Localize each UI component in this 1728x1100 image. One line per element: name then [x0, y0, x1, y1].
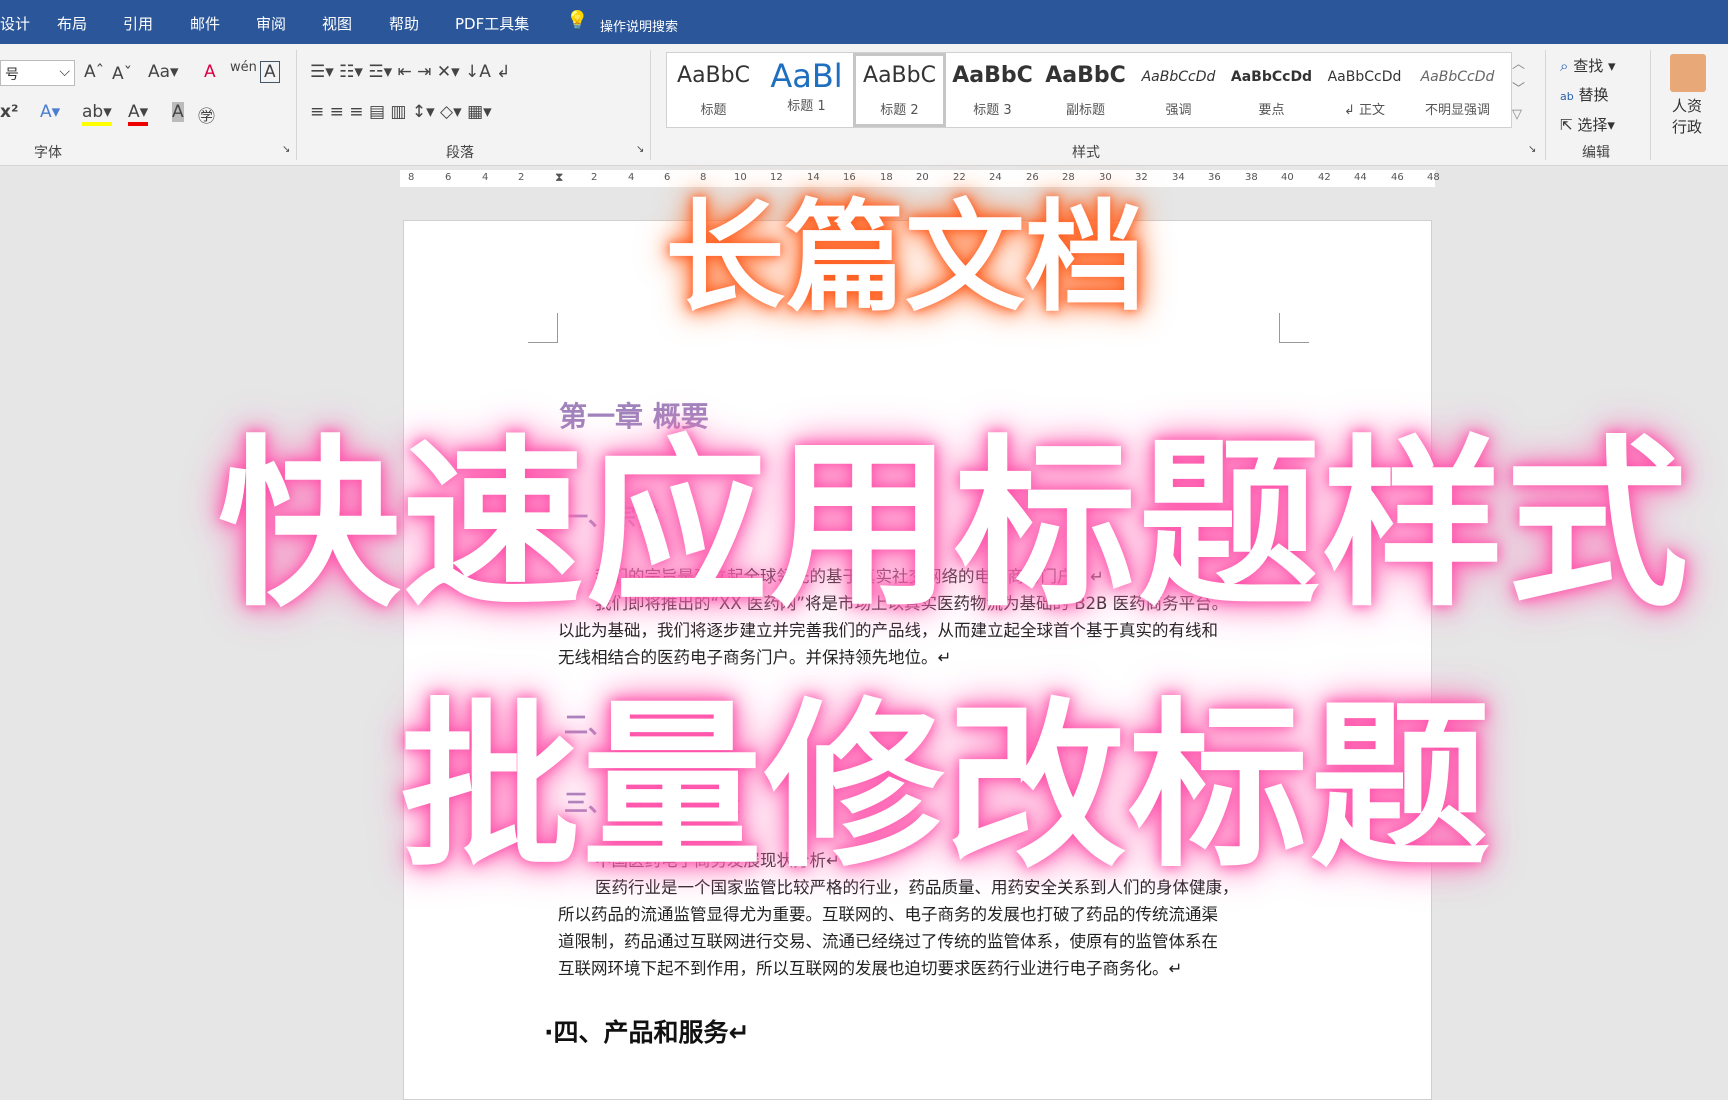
gallery-scroll-icons[interactable]: ︿ ﹀ ▽: [1512, 52, 1525, 127]
paragraph-group-label: 段落: [446, 145, 474, 161]
replace-icon: ab: [1560, 90, 1574, 103]
body-line: 道限制，药品通过互联网进行交易、流通已经绕过了传统的监管体系，使原有的监管体系在: [558, 932, 1218, 951]
body-line: 所以药品的流通监管显得尤为重要。互联网的、电子商务的发展也打破了药品的传统流通渠: [558, 905, 1218, 924]
find-button[interactable]: ⌕ 查找 ▾: [1560, 52, 1616, 81]
phonetic-guide-icon[interactable]: wén: [230, 60, 257, 75]
overlay-title-1: 长篇文档: [665, 189, 1145, 328]
replace-button[interactable]: ab 替换: [1560, 81, 1616, 111]
crop-mark: [528, 313, 558, 343]
dialog-launcher-icon[interactable]: ↘: [636, 144, 644, 155]
tab-references[interactable]: 引用: [123, 13, 153, 34]
styles-group-label: 样式: [1072, 145, 1100, 161]
tab-review[interactable]: 审阅: [256, 13, 286, 34]
dialog-launcher-icon[interactable]: ↘: [282, 144, 290, 155]
chevron-down-icon: ⌵: [59, 64, 70, 80]
font-color-icon[interactable]: A▾: [128, 102, 149, 126]
style-subtitle[interactable]: AaBbC 副标题: [1039, 53, 1132, 127]
style-heading-2[interactable]: AaBbC 标题 2: [853, 53, 946, 127]
style-subtle-emphasis[interactable]: AaBbCcDd 不明显强调: [1411, 53, 1504, 127]
tab-mailings[interactable]: 邮件: [190, 13, 220, 34]
ribbon: 号 ⌵ Aˆ Aˇ Aa▾ A wén A x² A▾ ab▾ A▾ A ㊫ 字体…: [0, 44, 1728, 166]
hr-addin-button[interactable]: 人资 行政: [1672, 96, 1702, 138]
style-emphasis[interactable]: AaBbCcDd 强调: [1132, 53, 1225, 127]
style-heading-1[interactable]: AaBl 标题 1: [760, 53, 853, 127]
style-strong[interactable]: AaBbCcDd 要点: [1225, 53, 1318, 127]
cursor-icon: ⇱: [1560, 116, 1573, 134]
bullets-icon[interactable]: ☰▾ ☷▾ ☲▾ ⇤ ⇥ ✕▾ ↓A ↲: [310, 62, 511, 82]
style-normal[interactable]: AaBbCcDd ↲ 正文: [1318, 53, 1411, 127]
tell-me-search[interactable]: 操作说明搜索: [600, 16, 678, 35]
ribbon-tabs: 设计 布局 引用 邮件 审阅 视图 帮助 PDF工具集 💡 操作说明搜索: [0, 0, 1728, 44]
clear-format-icon[interactable]: A: [204, 62, 216, 82]
grow-font-icon[interactable]: Aˆ: [84, 62, 104, 82]
heading-section-4[interactable]: ·四、产品和服务↵: [544, 1013, 749, 1049]
overlay-title-3: 批量修改标题: [400, 683, 1493, 892]
tab-layout[interactable]: 布局: [57, 13, 87, 34]
editing-group-label: 编辑: [1582, 145, 1610, 161]
shrink-font-icon[interactable]: Aˇ: [112, 64, 132, 84]
overlay-title-2: 快速应用标题样式: [218, 419, 1690, 631]
dialog-launcher-icon[interactable]: ↘: [1528, 144, 1536, 155]
hr-addin-icon[interactable]: [1670, 54, 1706, 92]
styles-gallery: AaBbC 标题 AaBl 标题 1 AaBbC 标题 2 AaBbC 标题 3 AaB…: [666, 52, 1512, 128]
highlight-icon[interactable]: ab▾: [82, 102, 112, 126]
font-group-label: 字体: [34, 145, 62, 161]
tab-pdf-tools[interactable]: PDF工具集: [455, 13, 529, 34]
indent-marker-icon[interactable]: ⧗: [555, 170, 563, 185]
tab-view[interactable]: 视图: [322, 13, 352, 34]
crop-mark: [1279, 313, 1309, 343]
body-line: 互联网环境下起不到作用，所以互联网的发展也迫切要求医药行业进行电子商务化。↵: [558, 959, 1183, 978]
tab-design[interactable]: 设计: [0, 13, 30, 34]
tab-help[interactable]: 帮助: [389, 13, 419, 34]
char-border-icon[interactable]: A: [260, 61, 280, 83]
char-shading-icon[interactable]: A: [172, 102, 184, 122]
style-title[interactable]: AaBbC 标题: [667, 53, 760, 127]
enclose-char-icon[interactable]: ㊫: [198, 102, 215, 127]
select-button[interactable]: ⇱ 选择▾: [1560, 111, 1616, 140]
lightbulb-icon: 💡: [566, 10, 589, 31]
editing-group: ⌕ 查找 ▾ ab 替换 ⇱ 选择▾: [1560, 52, 1616, 140]
style-heading-3[interactable]: AaBbC 标题 3: [946, 53, 1039, 127]
font-size-select[interactable]: 号 ⌵: [0, 60, 75, 86]
search-icon: ⌕: [1560, 57, 1569, 75]
change-case-icon[interactable]: Aa▾: [148, 62, 179, 82]
text-effects-icon[interactable]: A▾: [40, 102, 60, 122]
align-icons[interactable]: ≡ ≡ ≡ ▤ ▥ ↕▾ ◇▾ ▦▾: [310, 102, 492, 122]
superscript-icon[interactable]: x²: [0, 102, 18, 122]
